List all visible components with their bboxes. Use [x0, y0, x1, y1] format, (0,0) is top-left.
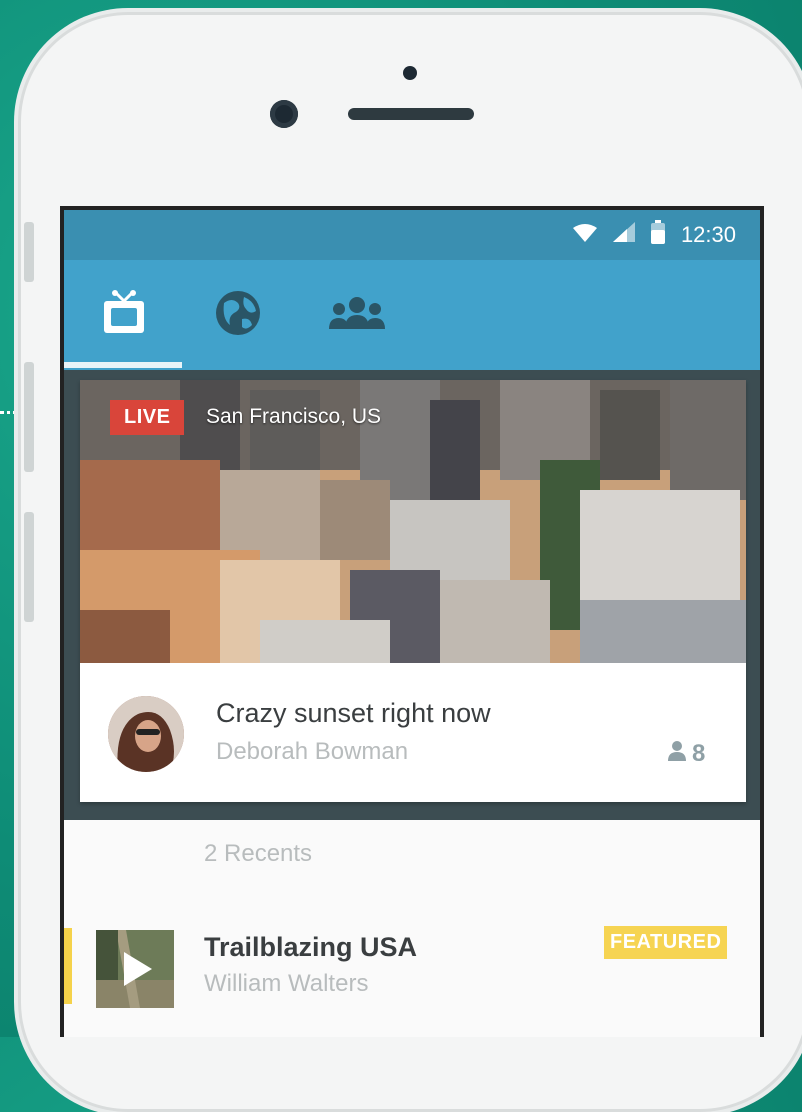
people-icon — [325, 293, 389, 338]
tab-bar — [64, 260, 760, 370]
phone-mute-switch — [24, 222, 34, 282]
phone-volume-up-button — [24, 362, 34, 472]
viewer-count-value: 8 — [692, 740, 706, 767]
phone-volume-down-button — [24, 512, 34, 622]
tab-people[interactable] — [322, 290, 392, 340]
recent-video-thumbnail[interactable] — [96, 930, 174, 1008]
broadcast-title[interactable]: Crazy sunset right now — [216, 698, 491, 729]
battery-icon — [650, 220, 665, 250]
recents-list: 2 Recents Trailblazing USA William Walte… — [64, 820, 760, 1037]
viewer-count: 8 — [668, 740, 705, 768]
signal-icon — [612, 222, 635, 248]
wifi-icon — [572, 222, 597, 248]
featured-accent-bar — [64, 928, 72, 1004]
live-video-thumbnail[interactable]: LIVE San Francisco, US — [80, 380, 746, 663]
person-icon — [668, 740, 686, 768]
recent-item-title[interactable]: Trailblazing USA — [204, 932, 417, 963]
tv-icon — [100, 289, 148, 342]
tab-world[interactable] — [208, 290, 268, 340]
recents-count-label: 2 Recents — [204, 840, 313, 867]
avatar[interactable] — [108, 696, 184, 772]
live-badge: LIVE — [110, 400, 185, 435]
proximity-sensor — [403, 66, 417, 80]
earpiece-speaker — [348, 108, 474, 120]
clock: 12:30 — [680, 222, 736, 247]
featured-badge: FEATURED — [604, 926, 728, 959]
active-tab-indicator — [64, 362, 182, 368]
status-bar: 12:30 — [64, 210, 760, 260]
live-location: San Francisco, US — [206, 405, 382, 428]
app-screen: 12:30 LIVE San Francisco, US Crazy sunse… — [60, 206, 764, 1037]
live-broadcast-card[interactable]: LIVE San Francisco, US Crazy sunset righ… — [80, 380, 746, 802]
broadcast-author[interactable]: Deborah Bowman — [216, 738, 408, 766]
recent-item-author[interactable]: William Walters — [204, 970, 368, 998]
front-camera — [270, 100, 298, 128]
globe-icon — [214, 289, 262, 342]
tab-tv[interactable] — [94, 289, 154, 342]
